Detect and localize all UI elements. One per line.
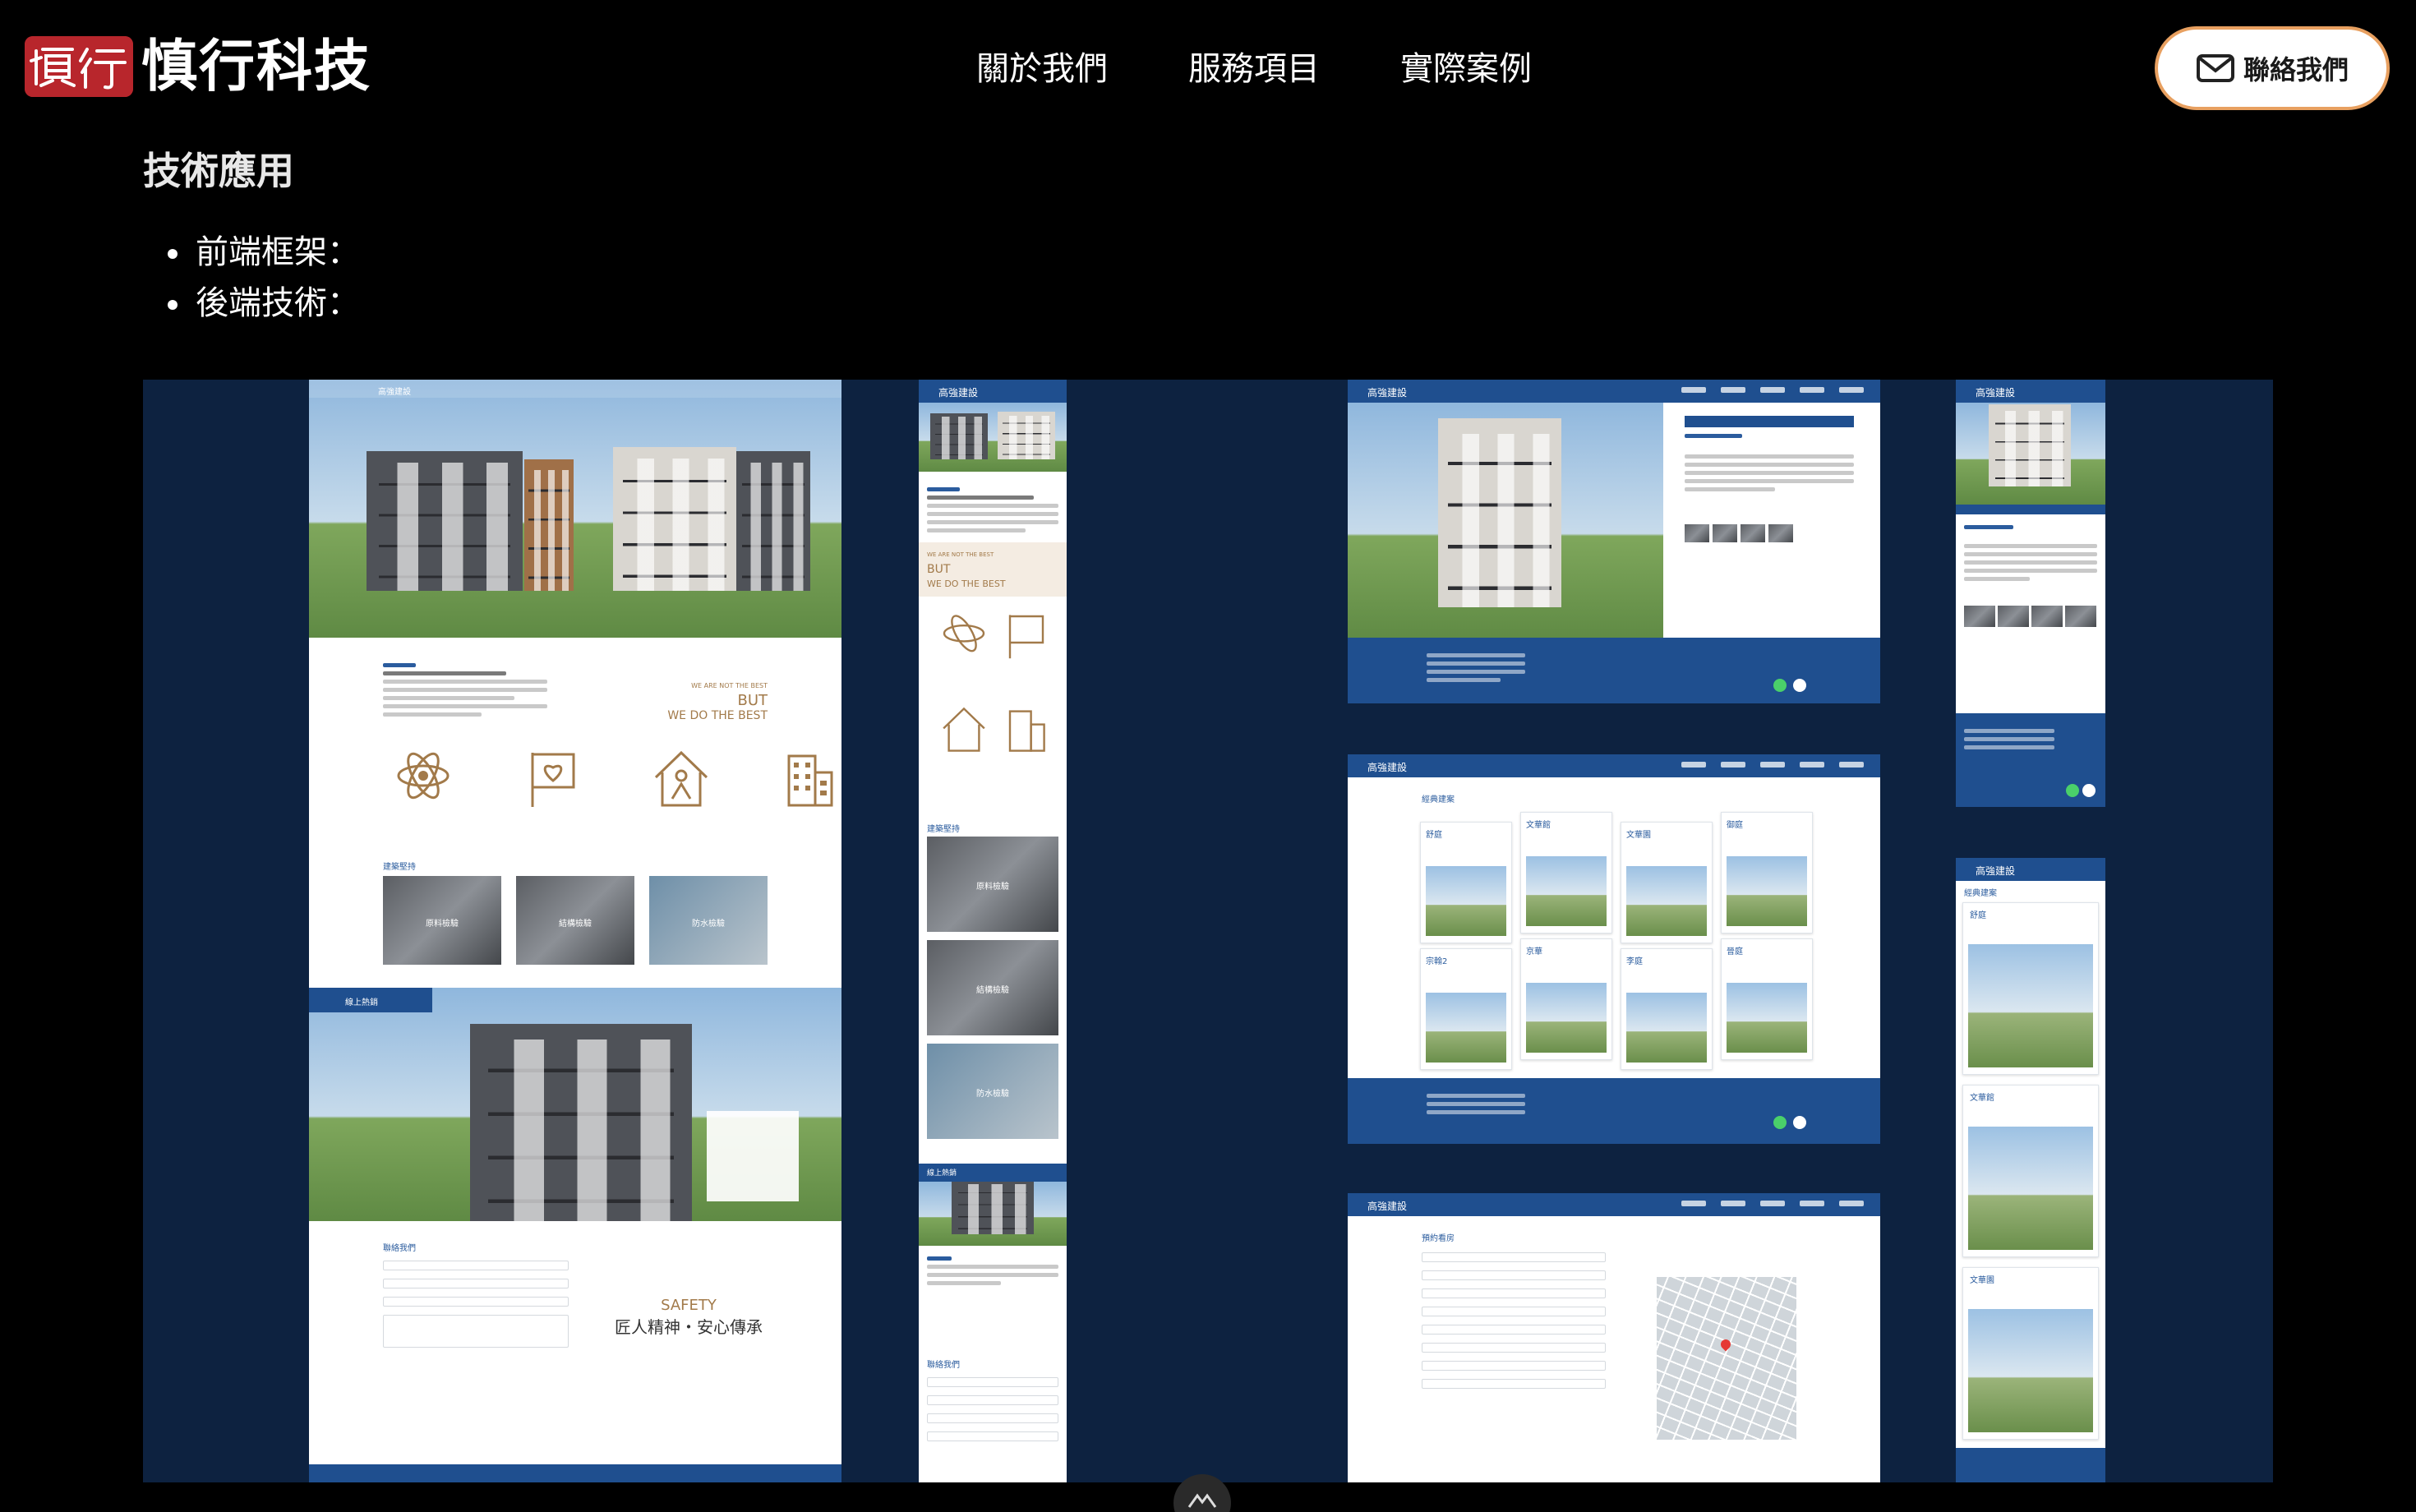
chevron-up-icon <box>1187 1493 1217 1508</box>
nav-item-about[interactable]: 關於我們 <box>976 44 1108 94</box>
tech-item-backend: 後端技術： <box>164 278 360 329</box>
screenshot-desktop-home[interactable]: 高強建設 WE ARE NOT THE BEST BUT WE DO THE B… <box>309 380 841 1482</box>
booking-form[interactable] <box>1422 1249 1606 1397</box>
logo-seal-icon[interactable] <box>25 36 133 97</box>
screenshot-mobile-case-detail[interactable]: 高強建設 <box>1956 380 2105 807</box>
flag-heart-icon <box>524 748 582 810</box>
case-card[interactable]: 李庭 <box>1621 948 1713 1070</box>
house-person-icon <box>941 705 987 755</box>
tech-item-frontend: 前端框架： <box>164 227 360 278</box>
case-card[interactable]: 宗翰2 <box>1420 948 1512 1070</box>
home-hero-image: 高強建設 <box>309 380 841 638</box>
screenshot-desktop-booking[interactable]: 高強建設 預約看房 <box>1348 1193 1880 1482</box>
contact-button[interactable]: 聯絡我們 <box>2155 26 2390 110</box>
case-card[interactable]: 晉庭 <box>1721 938 1813 1060</box>
line-icon[interactable] <box>1773 679 1787 692</box>
building-icon <box>781 748 838 810</box>
safety-slogan: SAFETY 匠人精神・安心傳承 <box>615 1297 763 1337</box>
contact-form-title: 聯絡我們 <box>383 1244 416 1253</box>
flag-heart-icon <box>1003 611 1049 662</box>
slogan: WE ARE NOT THE BEST BUT WE DO THE BEST <box>667 682 768 722</box>
tech-list: 前端框架： 後端技術： <box>164 227 360 329</box>
nav-item-services[interactable]: 服務項目 <box>1188 44 1320 94</box>
screenshot-mobile-home[interactable]: 高強建設 WE ARE NOT THE BEST BUT WE DO THE B… <box>919 380 1067 1482</box>
brand-name[interactable]: 慎行科技 <box>141 35 371 100</box>
feature-card[interactable]: 原料檢驗 <box>383 876 501 965</box>
hot-listing-image: 線上熱銷 <box>309 988 841 1221</box>
atom-icon <box>941 611 987 662</box>
location-map[interactable] <box>1657 1277 1796 1440</box>
site-header: 慎行科技 關於我們 服務項目 實際案例 聯絡我們 <box>0 0 2416 140</box>
facebook-icon[interactable] <box>1793 679 1806 692</box>
feature-card[interactable]: 結構檢驗 <box>516 876 634 965</box>
case-card[interactable]: 文華園 <box>1621 822 1713 943</box>
case-card[interactable]: 文華館 <box>1520 812 1612 933</box>
case-card[interactable]: 京華 <box>1520 938 1612 1060</box>
feature-card[interactable]: 防水檢驗 <box>649 876 768 965</box>
map-pin-icon <box>1718 1337 1733 1352</box>
cases-title: 經典建案 <box>1422 795 1455 804</box>
mail-icon <box>2196 54 2234 82</box>
screenshot-desktop-case-detail[interactable]: 高強建設 <box>1348 380 1880 703</box>
building-icon <box>1003 705 1049 755</box>
booking-title: 預約看房 <box>1422 1234 1455 1243</box>
contact-form[interactable] <box>383 1257 569 1356</box>
site-brand: 高強建設 <box>378 388 411 397</box>
screenshot-desktop-cases-list[interactable]: 高強建設 經典建案 舒庭 文華館 文華園 御庭 宗翰2 京華 李庭 晉庭 <box>1348 754 1880 1144</box>
features-title: 建築堅持 <box>383 863 416 872</box>
section-title: 技術應用 <box>143 149 294 193</box>
screenshot-mobile-cases-list[interactable]: 高強建設 經典建案 舒庭 文華館 文華園 <box>1956 858 2105 1482</box>
case-card[interactable]: 舒庭 <box>1420 822 1512 943</box>
house-person-icon <box>652 748 710 810</box>
nav-item-cases[interactable]: 實際案例 <box>1400 44 1532 94</box>
case-card[interactable]: 御庭 <box>1721 812 1813 933</box>
contact-button-label: 聯絡我們 <box>2243 54 2349 85</box>
atom-icon <box>394 748 452 810</box>
main-nav: 關於我們 服務項目 實際案例 <box>976 44 1532 94</box>
project-gallery[interactable]: 高強建設 WE ARE NOT THE BEST BUT WE DO THE B… <box>143 380 2273 1482</box>
